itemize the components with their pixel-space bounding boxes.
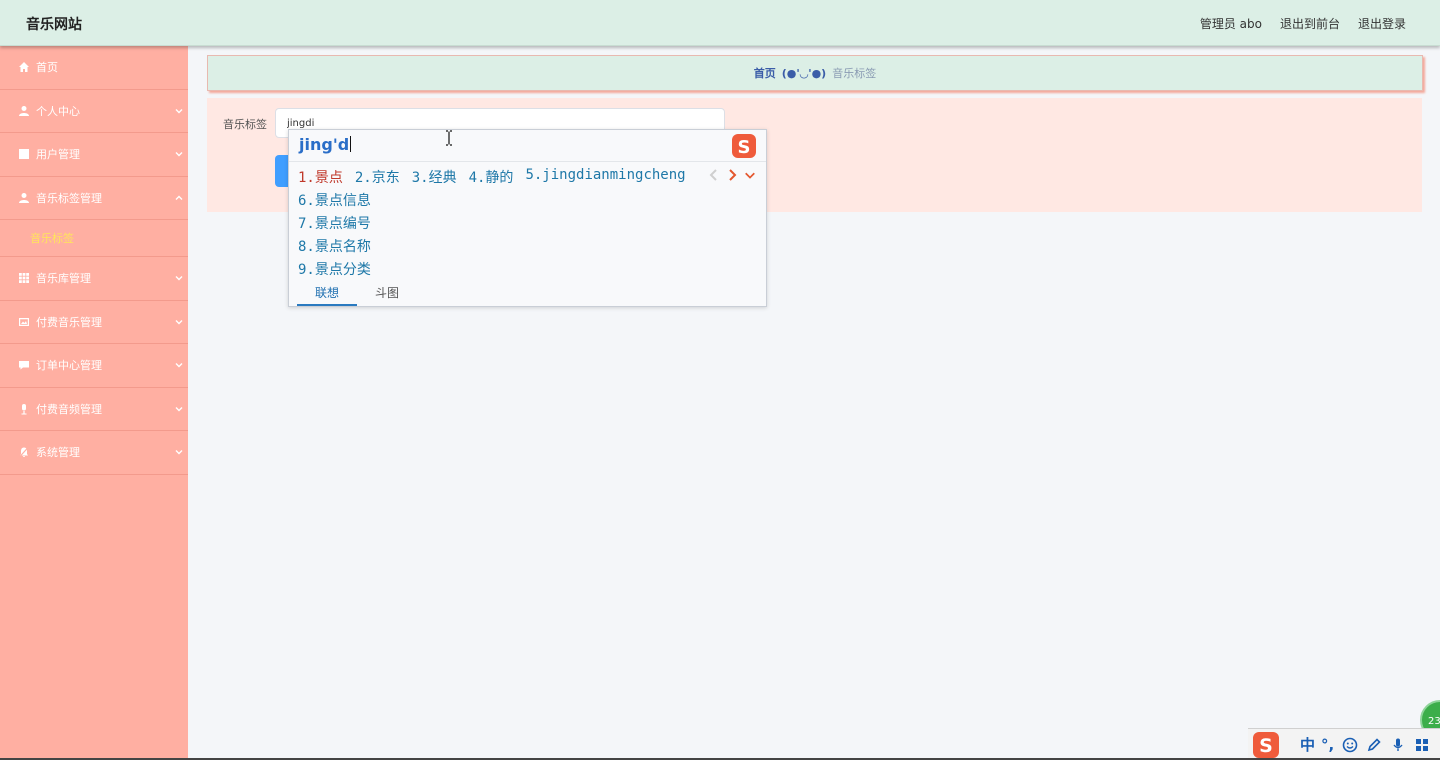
text-caret — [350, 136, 352, 152]
ime-candidate[interactable]: 7.景点编号 — [298, 213, 371, 236]
image-icon — [18, 316, 30, 328]
chevron-down-icon — [174, 360, 184, 370]
chevron-down-icon — [174, 273, 184, 283]
ime-language-toggle[interactable]: 中 — [1300, 734, 1315, 755]
ime-candidate-window: jing'd S 1.景点 2.京东 3.经典 4.静的 5.jingdianm… — [288, 129, 767, 307]
sidebar-item-label: 首页 — [36, 61, 58, 75]
ime-candidate[interactable]: 3.经典 — [412, 167, 457, 187]
sidebar-item-music-tag-management[interactable]: 音乐标签管理 — [0, 177, 188, 220]
ime-tabs: 联想 斗图 — [297, 282, 417, 306]
sidebar-item-label: 音乐标签管理 — [36, 191, 102, 205]
home-icon — [18, 61, 30, 73]
microphone-icon[interactable] — [1390, 737, 1406, 753]
sidebar-item-label: 音乐库管理 — [36, 272, 91, 286]
breadcrumb-current: 音乐标签 — [832, 67, 877, 80]
emoji-icon[interactable] — [1342, 737, 1358, 753]
bell-slash-icon — [18, 446, 30, 458]
sidebar-item-label: 个人中心 — [36, 104, 80, 118]
sidebar-item-label: 订单中心管理 — [36, 359, 102, 373]
tab-sticker[interactable]: 斗图 — [357, 282, 417, 306]
user-icon — [18, 192, 30, 204]
comment-icon — [18, 359, 30, 371]
ime-punctuation-toggle[interactable]: °, — [1321, 736, 1334, 754]
ime-candidate[interactable]: 5.jingdianmingcheng — [525, 167, 685, 187]
sogou-logo-icon: S — [732, 134, 756, 158]
ime-candidate[interactable]: 2.京东 — [355, 167, 400, 187]
sogou-logo-icon[interactable]: S — [1250, 730, 1282, 760]
ime-page-nav — [708, 168, 756, 182]
chevron-down-icon — [174, 317, 184, 327]
ime-candidate[interactable]: 4.静的 — [469, 167, 514, 187]
exit-to-frontend-link[interactable]: 退出到前台 — [1280, 15, 1340, 32]
chevron-up-icon — [174, 193, 184, 203]
svg-text:S: S — [1259, 735, 1273, 757]
chevron-left-icon[interactable] — [708, 168, 720, 182]
ime-composition: jing'd — [299, 135, 352, 154]
logout-link[interactable]: 退出登录 — [1358, 15, 1406, 32]
sidebar-item-personal-center[interactable]: 个人中心 — [0, 90, 188, 133]
microphone-icon — [18, 403, 30, 415]
user-icon — [18, 105, 30, 117]
breadcrumb-separator: (●'◡'●) — [781, 66, 827, 80]
chart-icon — [18, 148, 30, 160]
admin-user-label: 管理员 abo — [1199, 17, 1262, 31]
ime-candidate[interactable]: 1.景点 — [298, 167, 343, 187]
breadcrumb: 首页 (●'◡'●) 音乐标签 — [207, 55, 1423, 91]
sidebar-item-paid-music[interactable]: 付费音乐管理 — [0, 301, 188, 344]
ime-candidate[interactable]: 6.景点信息 — [298, 190, 371, 213]
sidebar-item-label: 系统管理 — [36, 446, 80, 460]
ime-candidate[interactable]: 8.景点名称 — [298, 236, 371, 259]
svg-text:S: S — [738, 137, 751, 158]
top-header: 音乐网站 管理员 abo 退出到前台 退出登录 — [0, 0, 1440, 46]
sidebar-item-order-center[interactable]: 订单中心管理 — [0, 344, 188, 388]
sidebar-item-system-management[interactable]: 系统管理 — [0, 431, 188, 475]
site-title: 音乐网站 — [26, 17, 82, 33]
ime-candidate[interactable]: 9.景点分类 — [298, 259, 371, 282]
sidebar-item-label: 付费音乐管理 — [36, 315, 102, 329]
sidebar-item-music-library[interactable]: 音乐库管理 — [0, 257, 188, 301]
toolbox-grid-icon[interactable] — [1414, 737, 1430, 753]
ime-candidate-list: 6.景点信息 7.景点编号 8.景点名称 9.景点分类 — [298, 190, 371, 282]
music-tag-label: 音乐标签 — [223, 118, 267, 131]
chevron-down-icon — [174, 447, 184, 457]
ime-status-bar: S 中 °, — [1248, 728, 1440, 760]
grid-icon — [18, 272, 30, 284]
sidebar-item-label: 付费音频管理 — [36, 402, 102, 416]
sidebar-item-user-management[interactable]: 用户管理 — [0, 133, 188, 177]
sidebar-menu: 首页 个人中心 用户管理 音乐标签管理 音乐标签 音乐库管理 付费音乐管理 订单… — [0, 46, 188, 760]
sidebar-item-label: 用户管理 — [36, 148, 80, 162]
sidebar-item-paid-audio[interactable]: 付费音频管理 — [0, 388, 188, 431]
chevron-down-icon — [174, 404, 184, 414]
breadcrumb-home-link[interactable]: 首页 — [754, 65, 776, 81]
header-actions: 管理员 abo 退出到前台 退出登录 — [1200, 15, 1406, 32]
mouse-ibeam-cursor — [446, 130, 452, 146]
pen-icon[interactable] — [1366, 737, 1382, 753]
tab-association[interactable]: 联想 — [297, 282, 357, 306]
sidebar-subitem-music-tag[interactable]: 音乐标签 — [0, 220, 188, 257]
ime-candidates-row: 1.景点 2.京东 3.经典 4.静的 5.jingdianmingcheng — [298, 167, 686, 187]
chevron-right-icon[interactable] — [726, 168, 738, 182]
ime-divider — [289, 161, 766, 162]
chevron-down-icon[interactable] — [744, 168, 756, 182]
chevron-down-icon — [174, 149, 184, 159]
sidebar-item-home[interactable]: 首页 — [0, 46, 188, 90]
chevron-down-icon — [174, 106, 184, 116]
